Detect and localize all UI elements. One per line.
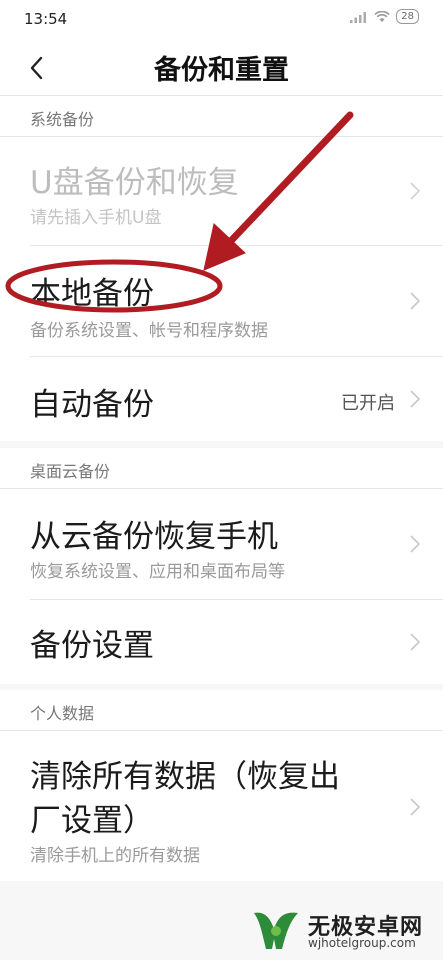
factory-reset-item[interactable]: 清除所有数据（恢复出 厂设置） 清除手机上的所有数据 [0,731,443,881]
wifi-icon [374,10,390,22]
usb-backup-item[interactable]: U盘备份和恢复 请先插入手机U盘 [0,137,443,245]
chevron-right-icon [410,633,421,651]
backup-settings-item[interactable]: 备份设置 [0,600,443,684]
usb-backup-title: U盘备份和恢复 [30,165,239,201]
auto-backup-title: 自动备份 [30,387,154,423]
section-header-label: 桌面云备份 [30,462,111,481]
watermark-url: wjhotelgroup.com [308,936,416,950]
factory-reset-subtitle: 清除手机上的所有数据 [30,846,200,866]
factory-reset-title-line1: 清除所有数据（恢复出 [30,759,340,795]
auto-backup-item[interactable]: 自动备份 已开启 [0,357,443,441]
factory-reset-title-line2: 厂设置） [30,803,154,839]
cloud-restore-subtitle: 恢复系统设置、应用和桌面布局等 [30,562,285,582]
section-personal-data: 个人数据 清除所有数据（恢复出 厂设置） 清除手机上的所有数据 [0,690,443,881]
status-icons: 28 [350,9,419,24]
backup-settings-title: 备份设置 [30,628,154,664]
chevron-right-icon [410,390,421,408]
section-cloud-backup: 桌面云备份 从云备份恢复手机 恢复系统设置、应用和桌面布局等 备份设置 [0,448,443,684]
chevron-right-icon [410,798,421,816]
local-backup-subtitle: 备份系统设置、帐号和程序数据 [30,321,268,341]
chevron-right-icon [410,535,421,553]
section-header: 个人数据 [0,690,443,730]
nav-bar: 备份和重置 [0,40,443,96]
page-title: 备份和重置 [154,55,289,86]
chevron-right-icon [410,292,421,310]
battery-indicator: 28 [396,9,419,24]
auto-backup-status: 已开启 [341,393,395,414]
usb-backup-subtitle: 请先插入手机U盘 [30,208,162,228]
section-header-label: 系统备份 [30,110,95,129]
section-header-label: 个人数据 [30,704,95,723]
watermark: 无极安卓网 wjhotelgroup.com [250,905,440,957]
chevron-right-icon [410,182,421,200]
section-header: 桌面云备份 [0,448,443,488]
section-header: 系统备份 [0,96,443,136]
status-time: 13:54 [24,10,68,28]
status-bar: 13:54 28 [0,0,443,40]
local-backup-title: 本地备份 [30,276,154,312]
watermark-logo-icon [254,912,298,949]
local-backup-item[interactable]: 本地备份 备份系统设置、帐号和程序数据 [0,246,443,356]
signal-icon [350,11,367,23]
cloud-restore-title: 从云备份恢复手机 [30,519,278,555]
cloud-restore-item[interactable]: 从云备份恢复手机 恢复系统设置、应用和桌面布局等 [0,489,443,599]
section-system-backup: 系统备份 U盘备份和恢复 请先插入手机U盘 本地备份 备份系统设置、帐号和程序数… [0,96,443,441]
